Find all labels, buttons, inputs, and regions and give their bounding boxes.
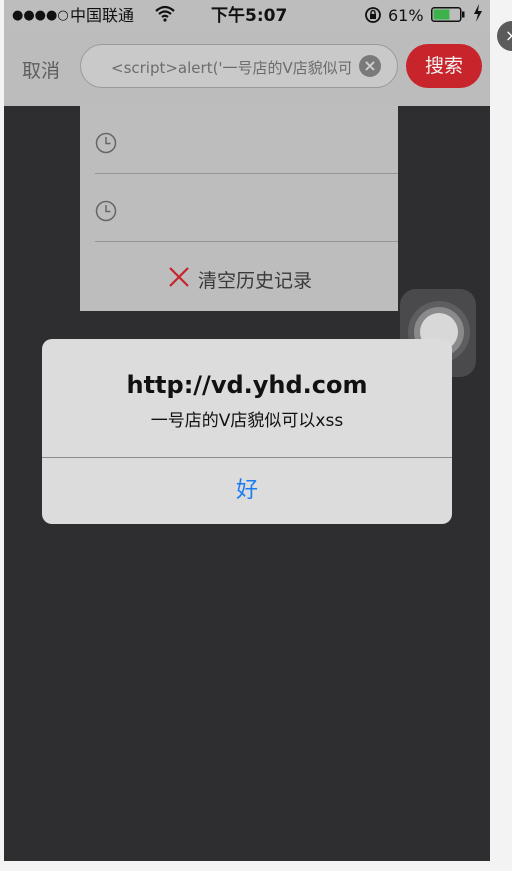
history-item[interactable] (95, 174, 398, 242)
alert-message: 一号店的V店貌似可以xss (150, 411, 344, 431)
charging-icon (473, 4, 483, 27)
status-bar: ●●●●○ 中国联通 下午5:07 61% (4, 0, 490, 32)
clock-icon (95, 200, 117, 222)
carrier-name: 中国联通 (70, 6, 135, 25)
clock-time: 下午5:07 (211, 6, 288, 26)
battery-icon (431, 7, 465, 22)
close-icon[interactable]: × (497, 21, 512, 51)
wifi-icon (154, 4, 176, 27)
search-input-value[interactable]: <script>alert('一号店的V店貌似可以xss (111, 57, 351, 77)
search-history-dropdown: 清空历史记录 (80, 106, 398, 311)
alert-dialog: http://vd.yhd.com 一号店的V店貌似可以xss 好 (42, 339, 452, 524)
close-icon (168, 266, 190, 288)
phone-screen: ●●●●○ 中国联通 下午5:07 61% 取消 <script>alert('… (4, 0, 490, 861)
alert-ok-button[interactable]: 好 (42, 458, 452, 524)
clear-history-label: 清空历史记录 (198, 270, 313, 292)
history-item[interactable] (95, 106, 398, 174)
search-input[interactable]: <script>alert('一号店的V店貌似可以xss × (80, 44, 398, 88)
cancel-button[interactable]: 取消 (22, 56, 60, 83)
clock-icon (95, 132, 117, 154)
search-header: 取消 <script>alert('一号店的V店貌似可以xss × 搜索 (4, 32, 490, 106)
signal-strength: ●●●●○ (12, 8, 69, 23)
search-button[interactable]: 搜索 (406, 44, 482, 88)
clear-input-icon[interactable]: × (359, 55, 381, 77)
battery-percent: 61% (388, 6, 424, 25)
alert-title: http://vd.yhd.com (126, 371, 368, 399)
rotation-lock-icon (364, 6, 382, 29)
